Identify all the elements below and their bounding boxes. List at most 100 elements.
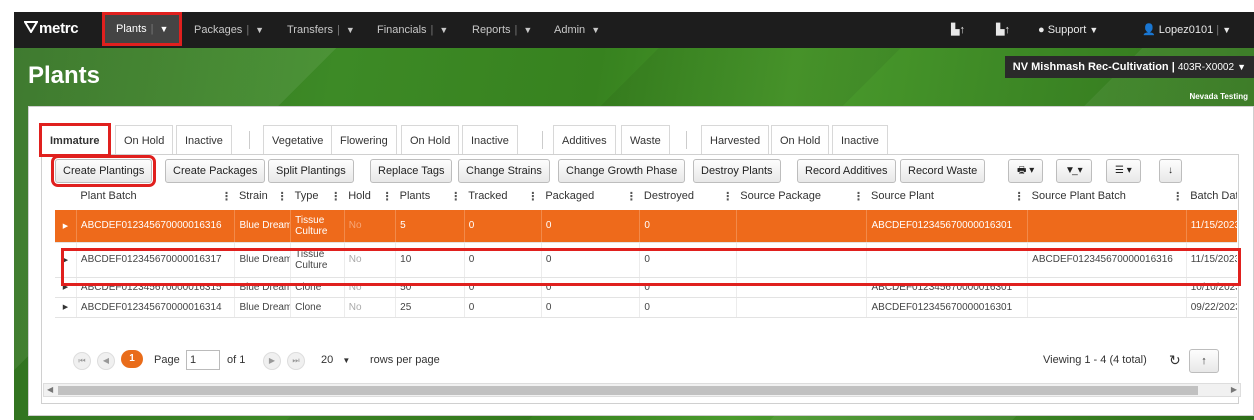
- column-menu-icon[interactable]: ⋮: [221, 190, 232, 203]
- next-page-button[interactable]: ▶: [263, 352, 281, 370]
- tab-additives[interactable]: Additives: [553, 125, 616, 155]
- column-header[interactable]: Tracked ⋮: [464, 187, 542, 208]
- tab-harvested-inactive[interactable]: Inactive: [832, 125, 888, 155]
- nav-divider: |: [1216, 24, 1220, 36]
- record-waste-button[interactable]: Record Waste: [900, 159, 986, 183]
- column-menu-icon[interactable]: ⋮: [853, 190, 864, 203]
- nav-support-label: Support: [1047, 24, 1087, 36]
- nav-plants[interactable]: Plants | ▼: [101, 12, 183, 46]
- cell-plant-batch: ABCDEF012345670000016315: [76, 277, 236, 298]
- chevron-down-icon: ▼: [1222, 25, 1232, 35]
- column-menu-icon[interactable]: ⋮: [382, 190, 393, 203]
- column-header[interactable]: Strain ⋮: [234, 187, 291, 208]
- tab-waste[interactable]: Waste: [621, 125, 670, 155]
- column-header[interactable]: Source Plant ⋮: [866, 187, 1028, 208]
- column-header[interactable]: Type ⋮: [290, 187, 345, 208]
- column-menu-icon[interactable]: ⋮: [1172, 190, 1183, 203]
- tab-flowering-on-hold[interactable]: On Hold: [401, 125, 460, 155]
- page-label: Page: [154, 354, 180, 366]
- cell-hold: No: [344, 204, 397, 243]
- nav-financials[interactable]: Financials | ▼: [377, 12, 448, 48]
- nav-admin[interactable]: Admin ▼: [554, 12, 600, 48]
- column-menu-icon[interactable]: ⋮: [450, 190, 461, 203]
- cell-packaged: 0: [541, 297, 641, 318]
- column-header[interactable]: Plant Batch ⋮: [76, 187, 235, 208]
- scroll-right-icon[interactable]: ▶: [1231, 385, 1237, 394]
- print-button[interactable]: 🖶 ▾: [1008, 159, 1044, 183]
- nav-user[interactable]: 👤 Lopez0101 | ▼: [1142, 12, 1231, 48]
- column-menu-icon[interactable]: ⋮: [1014, 190, 1025, 203]
- column-menu-icon[interactable]: ⋮: [626, 190, 637, 203]
- cell-source-plant-batch: [1027, 297, 1187, 318]
- horizontal-scrollbar[interactable]: ◀ ▶: [43, 383, 1241, 397]
- page-size-select[interactable]: 20 ▼: [321, 350, 363, 370]
- tab-immature-on-hold[interactable]: On Hold: [115, 125, 174, 155]
- metrc-logo[interactable]: metrc: [23, 20, 79, 37]
- change-growth-phase-button[interactable]: Change Growth Phase: [558, 159, 686, 183]
- expand-row-icon[interactable]: ▶: [55, 204, 77, 243]
- replace-tags-button[interactable]: Replace Tags: [370, 159, 453, 183]
- cell-source-plant: [866, 242, 1029, 278]
- tab-immature-inactive[interactable]: Inactive: [176, 125, 232, 155]
- facility-license: 403R-X0002: [1177, 62, 1235, 73]
- tab-flowering[interactable]: Flowering: [331, 125, 397, 155]
- tab-immature[interactable]: Immature: [39, 123, 111, 157]
- page-count-label: of 1: [227, 354, 246, 366]
- split-plantings-button[interactable]: Split Plantings: [268, 159, 354, 183]
- page-input[interactable]: 1: [186, 350, 220, 370]
- column-header[interactable]: Batch Date: [1186, 187, 1237, 208]
- upload-icon[interactable]: ▙↑: [951, 12, 965, 48]
- tab-divider: [249, 131, 250, 149]
- nav-transfers[interactable]: Transfers | ▼: [287, 12, 355, 48]
- current-page-badge[interactable]: 1: [121, 350, 143, 368]
- create-plantings-button[interactable]: Create Plantings: [50, 155, 157, 187]
- expand-row-icon[interactable]: ▶: [55, 242, 77, 278]
- scroll-left-icon[interactable]: ◀: [47, 385, 53, 394]
- filter-button[interactable]: ▼̲ ▾: [1056, 159, 1092, 183]
- first-page-button[interactable]: ⏮: [73, 352, 91, 370]
- download-button[interactable]: ↓: [1159, 159, 1182, 183]
- destroy-plants-button[interactable]: Destroy Plants: [693, 159, 781, 183]
- prev-page-button[interactable]: ◀: [97, 352, 115, 370]
- table-row[interactable]: ▶ ABCDEF012345670000016314 Blue Dream Cl…: [55, 297, 1237, 318]
- column-menu-icon[interactable]: ⋮: [330, 190, 341, 203]
- cell-plant-batch: ABCDEF012345670000016314: [76, 297, 236, 318]
- expand-row-icon[interactable]: ▶: [55, 297, 77, 318]
- cell-type: Tissue Culture: [290, 242, 345, 278]
- expand-row-icon[interactable]: ▶: [55, 277, 77, 298]
- column-header[interactable]: Destroyed ⋮: [639, 187, 737, 208]
- facility-selector[interactable]: NV Mishmash Rec-Cultivation | 403R-X0002…: [1004, 56, 1254, 78]
- cell-destroyed: 0: [639, 204, 737, 243]
- cell-batch-date: 10/10/2023: [1186, 277, 1237, 298]
- cell-strain: Blue Dream: [234, 204, 292, 243]
- column-header[interactable]: Source Plant Batch ⋮: [1027, 187, 1187, 208]
- table-row-selected[interactable]: ▶ ABCDEF012345670000016316 Blue Dream Ti…: [55, 204, 1237, 243]
- nav-packages[interactable]: Packages | ▼: [194, 12, 264, 48]
- scrollbar-thumb[interactable]: [58, 386, 1198, 395]
- tab-harvested-on-hold[interactable]: On Hold: [771, 125, 830, 155]
- create-packages-button[interactable]: Create Packages: [165, 159, 266, 183]
- change-strains-button[interactable]: Change Strains: [458, 159, 550, 183]
- column-menu-icon[interactable]: ⋮: [277, 190, 288, 203]
- refresh-icon[interactable]: ↻: [1169, 352, 1181, 369]
- cell-tracked: 0: [464, 277, 542, 298]
- column-menu-icon[interactable]: ⋮: [722, 190, 733, 203]
- column-header[interactable]: Hold ⋮: [344, 187, 396, 208]
- column-menu-icon[interactable]: ⋮: [527, 190, 538, 203]
- columns-button[interactable]: ☰ ▾: [1106, 159, 1141, 183]
- tab-flowering-inactive[interactable]: Inactive: [462, 125, 518, 155]
- column-header[interactable]: Source Package ⋮: [736, 187, 867, 208]
- tab-vegetative[interactable]: Vegetative: [263, 125, 333, 155]
- record-additives-button[interactable]: Record Additives: [797, 159, 896, 183]
- upload-button[interactable]: ↑: [1189, 349, 1219, 373]
- column-header[interactable]: Packaged ⋮: [541, 187, 640, 208]
- tab-harvested[interactable]: Harvested: [701, 125, 770, 155]
- cell-source-plant-batch: ABCDEF012345670000016316: [1027, 242, 1187, 278]
- table-row[interactable]: ▶ ABCDEF012345670000016317 Blue Dream Ti…: [55, 242, 1237, 278]
- column-header[interactable]: Plants ⋮: [395, 187, 465, 208]
- nav-reports[interactable]: Reports | ▼: [472, 12, 532, 48]
- upload-icon[interactable]: ▙↑: [996, 12, 1010, 48]
- last-page-button[interactable]: ⏭: [287, 352, 305, 370]
- nav-support[interactable]: ● Support ▼: [1038, 12, 1098, 48]
- table-row[interactable]: ▶ ABCDEF012345670000016315 Blue Dream Cl…: [55, 277, 1237, 298]
